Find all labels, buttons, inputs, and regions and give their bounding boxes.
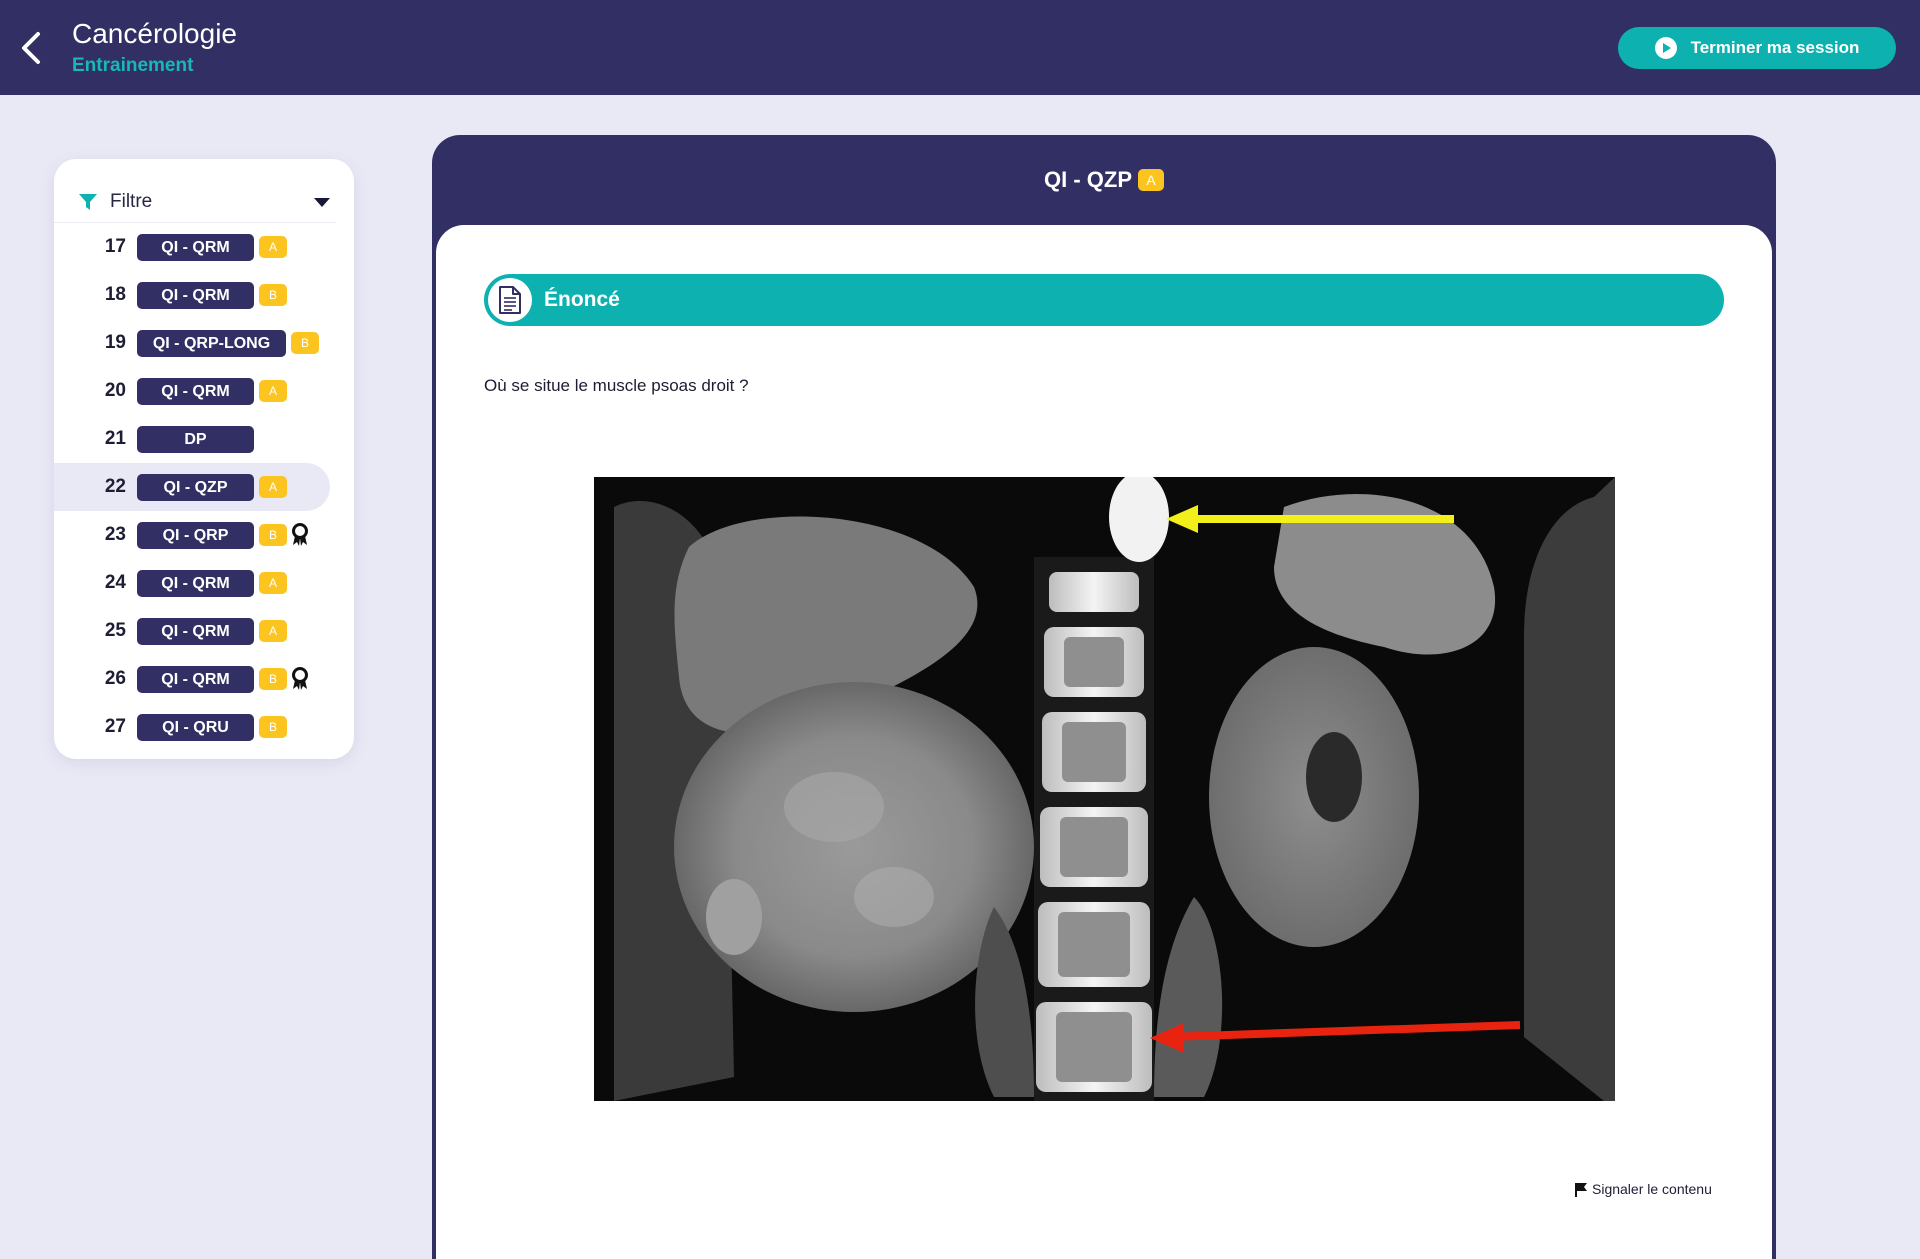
question-type-pill: QI - QRP <box>137 522 254 549</box>
question-type-pill: QI - QRP-LONG <box>137 330 286 357</box>
level-badge: A <box>1138 169 1164 191</box>
end-session-label: Terminer ma session <box>1690 38 1860 57</box>
chevron-left-icon <box>22 32 40 64</box>
top-bar: Cancérologie Entrainement Terminer ma se… <box>0 0 1920 95</box>
module-title: Cancérologie <box>72 18 237 49</box>
question-number: 25 <box>104 620 126 641</box>
question-statement: Où se situe le muscle psoas droit ? <box>484 376 749 395</box>
filter-label: Filtre <box>110 191 153 212</box>
section-label: Énoncé <box>544 288 620 311</box>
level-badge: A <box>259 572 287 594</box>
award-icon <box>292 523 308 546</box>
question-item-26[interactable]: 26 QI - QRM B <box>54 655 354 703</box>
question-type-pill: QI - QZP <box>137 474 254 501</box>
report-content-label: Signaler le contenu <box>1592 1181 1712 1197</box>
question-number: 23 <box>104 524 126 545</box>
level-badge: B <box>259 668 287 690</box>
question-list: 17 QI - QRM A 18 QI - QRM B 19 QI - QRP-LONG B 20… <box>54 223 354 751</box>
question-item-25[interactable]: 25 QI - QRM A <box>54 607 354 655</box>
level-badge: A <box>259 380 287 402</box>
question-number: 18 <box>104 284 126 305</box>
question-number: 20 <box>104 380 126 401</box>
award-icon <box>292 667 308 690</box>
question-item-22[interactable]: 22 QI - QZP A <box>54 463 330 511</box>
question-type-pill: QI - QRM <box>137 378 254 405</box>
question-type-pill: QI - QRM <box>137 282 254 309</box>
question-sidebar: Filtre 17 QI - QRM A 18 QI - QRM B 19 QI - QRP-… <box>54 159 354 759</box>
question-item-18[interactable]: 18 QI - QRM B <box>54 271 354 319</box>
question-type-title: QI - QZP <box>1044 167 1132 192</box>
back-button[interactable] <box>14 28 48 68</box>
question-type-pill: DP <box>137 426 254 453</box>
level-badge: A <box>259 476 287 498</box>
question-item-27[interactable]: 27 QI - QRU B <box>54 703 354 751</box>
question-number: 17 <box>104 236 126 257</box>
question-number: 27 <box>104 716 126 737</box>
card-header: QI - QZP A <box>432 135 1776 225</box>
question-type-pill: QI - QRU <box>137 714 254 741</box>
filter-dropdown[interactable]: Filtre <box>78 185 340 219</box>
flag-icon <box>1575 1182 1587 1197</box>
level-badge: B <box>259 284 287 306</box>
question-type-pill: QI - QRM <box>137 666 254 693</box>
question-item-17[interactable]: 17 QI - QRM A <box>54 223 354 271</box>
card-body: Énoncé Où se situe le muscle psoas droit… <box>436 225 1772 1259</box>
question-number: 22 <box>104 476 126 497</box>
question-type-pill: QI - QRM <box>137 234 254 261</box>
question-item-20[interactable]: 20 QI - QRM A <box>54 367 354 415</box>
play-circle-icon <box>1654 37 1677 59</box>
report-content-link[interactable]: Signaler le contenu <box>1574 1181 1712 1197</box>
question-number: 26 <box>104 668 126 689</box>
question-number: 21 <box>104 428 126 449</box>
level-badge: B <box>291 332 319 354</box>
question-number: 19 <box>104 332 126 353</box>
level-badge: A <box>259 236 287 258</box>
question-item-19[interactable]: 19 QI - QRP-LONG B <box>54 319 354 367</box>
question-item-24[interactable]: 24 QI - QRM A <box>54 559 354 607</box>
question-item-23[interactable]: 23 QI - QRP B <box>54 511 354 559</box>
level-badge: B <box>259 524 287 546</box>
document-icon <box>488 278 532 322</box>
question-item-21[interactable]: 21 DP <box>54 415 354 463</box>
mode-subtitle: Entrainement <box>72 55 194 76</box>
end-session-button[interactable]: Terminer ma session <box>1618 27 1896 69</box>
question-card: QI - QZP A Énoncé Où se situe le muscle … <box>432 135 1776 1259</box>
level-badge: B <box>259 716 287 738</box>
question-type-pill: QI - QRM <box>137 570 254 597</box>
ct-scan-image[interactable] <box>594 477 1615 1101</box>
caret-down-icon <box>314 197 330 207</box>
section-header: Énoncé <box>484 274 1724 326</box>
funnel-icon <box>79 194 97 210</box>
question-number: 24 <box>104 572 126 593</box>
level-badge: A <box>259 620 287 642</box>
question-type-pill: QI - QRM <box>137 618 254 645</box>
